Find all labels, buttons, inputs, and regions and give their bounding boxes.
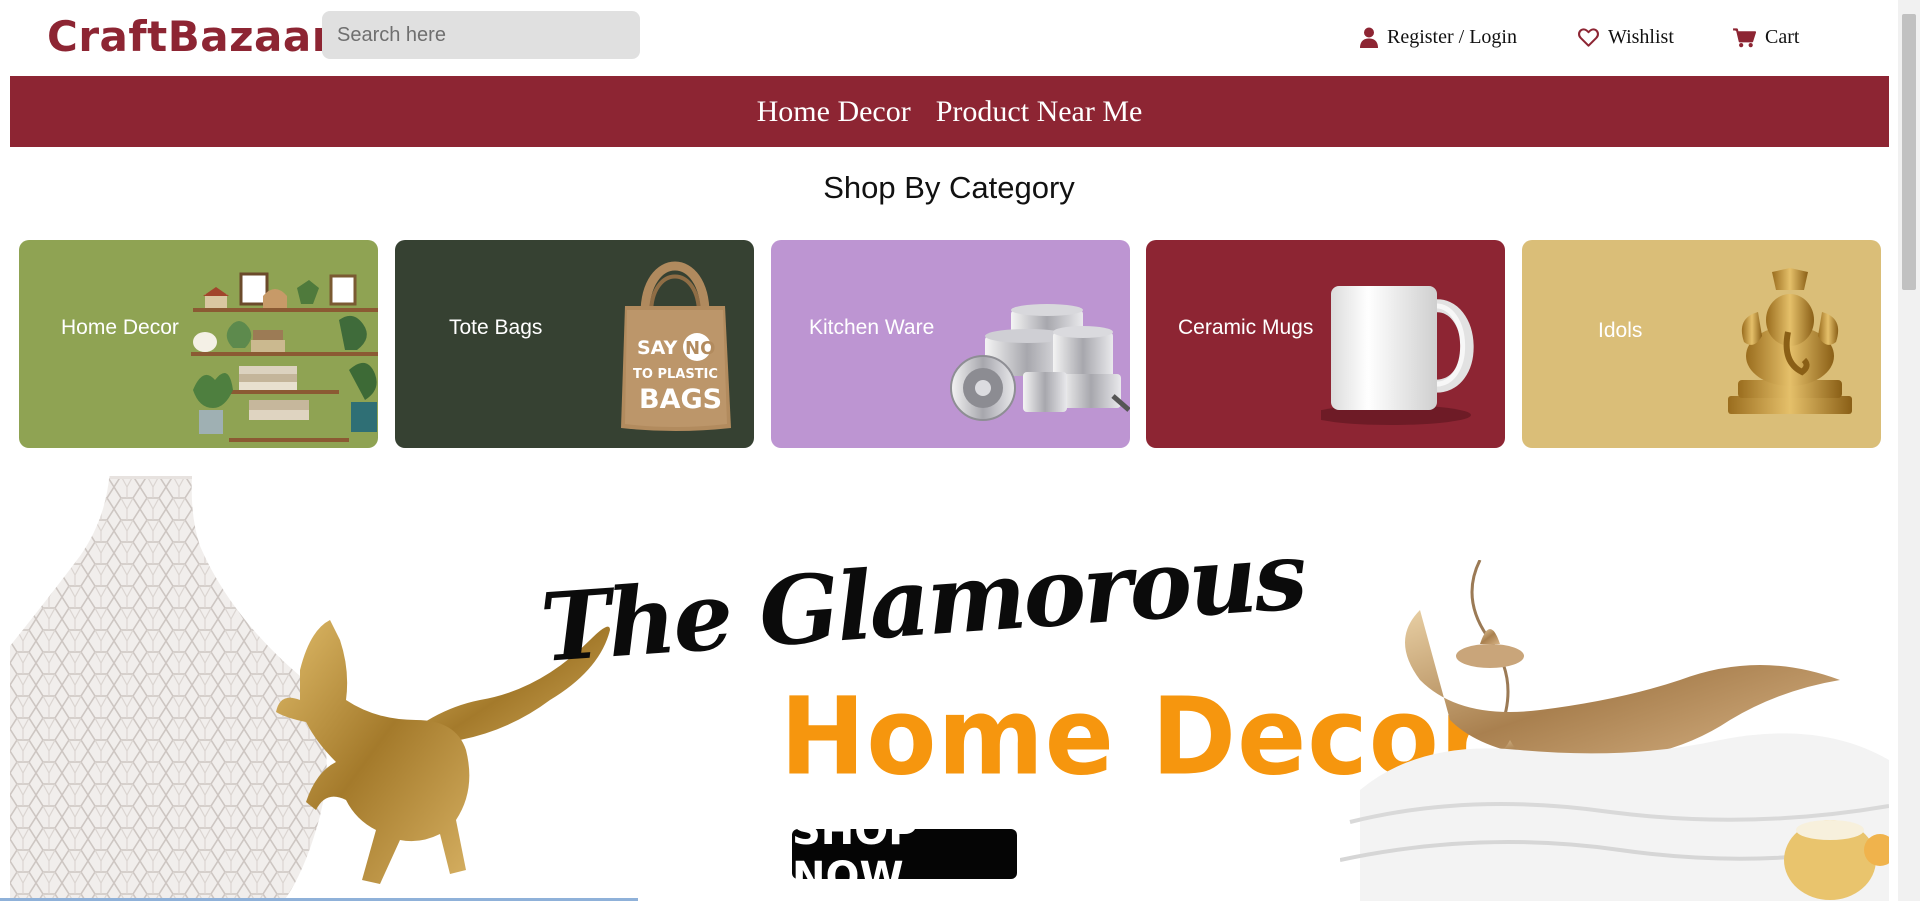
wishlist-link[interactable]: Wishlist bbox=[1578, 26, 1674, 49]
tote-bag-icon: SAY NO TO PLASTIC BAGS bbox=[621, 261, 731, 431]
heart-icon bbox=[1578, 28, 1599, 47]
register-login-link[interactable]: Register / Login bbox=[1360, 26, 1517, 49]
nav-product-near-me[interactable]: Product Near Me bbox=[936, 95, 1143, 129]
banner-tagline-script: The Glamorous bbox=[537, 520, 1308, 684]
category-card-home-decor[interactable]: Home Decor bbox=[19, 240, 378, 448]
scrollbar-thumb[interactable] bbox=[1902, 14, 1916, 290]
section-title: Shop By Category bbox=[823, 170, 1075, 205]
category-label: Kitchen Ware bbox=[809, 316, 935, 339]
register-login-label: Register / Login bbox=[1387, 26, 1517, 48]
category-label: Home Decor bbox=[61, 316, 179, 339]
user-icon bbox=[1360, 27, 1378, 48]
search-input[interactable] bbox=[322, 11, 640, 59]
tote-text-no: NO bbox=[685, 338, 715, 359]
category-card-idols[interactable]: Idols bbox=[1522, 240, 1881, 448]
category-card-tote-bags[interactable]: Tote Bags SAY NO TO PLASTIC BAGS bbox=[395, 240, 754, 448]
mug-icon bbox=[1321, 286, 1474, 425]
category-card-ceramic-mugs[interactable]: Ceramic Mugs bbox=[1146, 240, 1505, 448]
cart-link[interactable]: Cart bbox=[1733, 26, 1799, 49]
site-logo[interactable]: CraftBazaar bbox=[47, 12, 333, 61]
oil-lamp-icon bbox=[1340, 560, 1889, 901]
category-label: Idols bbox=[1598, 319, 1643, 342]
tote-text-bags: BAGS bbox=[639, 384, 722, 415]
page-scrollbar[interactable] bbox=[1898, 0, 1920, 901]
cookware-icon bbox=[950, 304, 1130, 421]
tote-text-say: SAY bbox=[637, 337, 678, 359]
main-nav: Home Decor Product Near Me bbox=[10, 76, 1889, 147]
wishlist-label: Wishlist bbox=[1608, 26, 1674, 48]
category-label: Tote Bags bbox=[449, 316, 543, 339]
cart-icon bbox=[1733, 27, 1756, 47]
hero-banner[interactable]: The Glamorous Home Decor SHOP NOW bbox=[10, 470, 1889, 901]
nav-home-decor[interactable]: Home Decor bbox=[757, 95, 911, 129]
tote-text-to-plastic: TO PLASTIC bbox=[633, 367, 718, 382]
idol-icon bbox=[1728, 268, 1852, 414]
category-label: Ceramic Mugs bbox=[1178, 316, 1314, 339]
page: CraftBazaar Register / Login Wishlist Ca… bbox=[0, 0, 1898, 901]
shop-now-button[interactable]: SHOP NOW bbox=[792, 808, 1017, 900]
cart-label: Cart bbox=[1765, 26, 1800, 48]
category-card-kitchen-ware[interactable]: Kitchen Ware bbox=[771, 240, 1130, 448]
shelf-decor-icon bbox=[191, 272, 378, 442]
